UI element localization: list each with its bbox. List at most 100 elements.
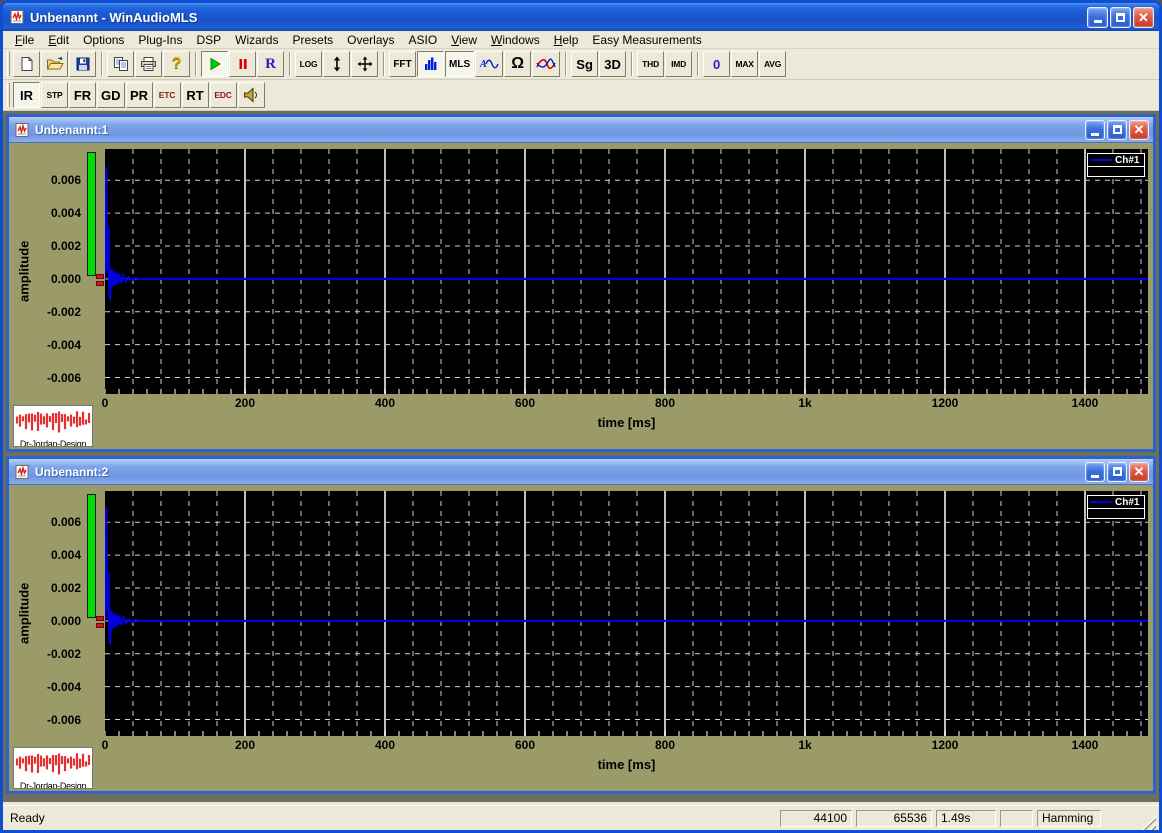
spectrum-bars-button[interactable] [417, 51, 444, 77]
menu-edit[interactable]: Edit [41, 32, 76, 48]
cursor-marker[interactable] [96, 281, 104, 286]
maximize-button[interactable] [1110, 6, 1131, 28]
child-1-minimize-button[interactable] [1085, 119, 1105, 140]
child-1-maximize-button[interactable] [1107, 119, 1127, 140]
plot-area[interactable]: Ch#1 [103, 149, 1148, 394]
x-tick-label: 1200 [931, 396, 959, 410]
log-scale-button[interactable]: LOG [295, 51, 322, 77]
x-tick-labels: 0 200 400 600 800 1k 1200 1400 [9, 396, 1153, 410]
menu-help[interactable]: Help [547, 32, 586, 48]
x-tick-label: 200 [234, 738, 256, 752]
resize-grip[interactable] [1141, 815, 1156, 830]
application-window: Unbenannt - WinAudioMLS ✕ File Edit Option… [0, 0, 1162, 833]
menu-view[interactable]: View [444, 32, 484, 48]
cursor-marker[interactable] [96, 623, 104, 628]
x-axis-label: time [ms] [597, 415, 656, 430]
mls-button[interactable]: MLS [445, 51, 475, 77]
child-2-minimize-button[interactable] [1085, 461, 1105, 482]
record-button[interactable]: R [257, 51, 284, 77]
etc-button[interactable]: ETC [153, 82, 181, 108]
avg-button[interactable]: AVG [759, 51, 787, 77]
print-button[interactable] [135, 51, 162, 77]
cursor-marker[interactable] [96, 616, 104, 621]
overlay-curves-button[interactable] [532, 51, 561, 77]
imd-button[interactable]: IMD [665, 51, 693, 77]
gd-button[interactable]: GD [97, 82, 125, 108]
zero-button[interactable]: 0 [703, 51, 731, 77]
pr-button[interactable]: PR [125, 82, 153, 108]
main-titlebar[interactable]: Unbenannt - WinAudioMLS ✕ [3, 3, 1159, 31]
3d-button[interactable]: 3D [599, 51, 627, 77]
impulse-response-chart [103, 149, 1148, 394]
sine-generator-button[interactable]: A [475, 51, 504, 77]
menu-windows[interactable]: Windows [484, 32, 547, 48]
menu-plug-ins[interactable]: Plug-Ins [131, 32, 189, 48]
toolbar-gripper[interactable] [7, 52, 10, 76]
x-tick-labels: 0 200 400 600 800 1k 1200 1400 [9, 738, 1153, 752]
play-button[interactable] [201, 51, 228, 77]
child-2-content: amplitude 0.006 0.004 0.002 0.000 -0.002 -0.0… [9, 485, 1153, 791]
x-tick-label: 600 [514, 738, 536, 752]
open-button[interactable] [41, 51, 68, 77]
menu-file[interactable]: File [8, 32, 41, 48]
toolbar-separator [289, 52, 291, 76]
status-message: Ready [10, 811, 45, 825]
document-icon [14, 464, 30, 480]
toolbar-separator [195, 52, 197, 76]
toolbar-separator [565, 52, 568, 76]
level-meter [87, 152, 96, 276]
ir-button[interactable]: IR [13, 82, 40, 108]
menu-presets[interactable]: Presets [285, 32, 340, 48]
toolbar-gripper[interactable] [7, 83, 10, 107]
autoscale-button[interactable] [351, 51, 378, 77]
copy-button[interactable] [107, 51, 134, 77]
impedance-button[interactable]: Ω [504, 51, 532, 77]
copy-icon [113, 57, 128, 71]
fr-button[interactable]: FR [69, 82, 96, 108]
menu-dsp[interactable]: DSP [189, 32, 228, 48]
y-tick-label: -0.006 [46, 370, 81, 385]
x-tick-label: 600 [514, 396, 536, 410]
menu-wizards[interactable]: Wizards [228, 32, 285, 48]
plot-area[interactable]: Ch#1 [103, 491, 1148, 736]
child-2-close-button[interactable]: ✕ [1129, 461, 1149, 482]
sg-button[interactable]: Sg [571, 51, 599, 77]
x-axis-label: time [ms] [597, 757, 656, 772]
y-tick-label: -0.002 [46, 304, 81, 319]
child-2-maximize-button[interactable] [1107, 461, 1127, 482]
app-icon [9, 9, 25, 25]
pause-button[interactable] [229, 51, 256, 77]
rt-button[interactable]: RT [181, 82, 209, 108]
thd-button[interactable]: THD [637, 51, 665, 77]
menu-overlays[interactable]: Overlays [340, 32, 401, 48]
max-button[interactable]: MAX [731, 51, 759, 77]
cursor-marker[interactable] [96, 274, 104, 279]
document-icon [14, 122, 30, 138]
move-arrows-icon [357, 56, 372, 72]
menu-easy-measurements[interactable]: Easy Measurements [585, 32, 708, 48]
y-tick-label: 0.006 [50, 515, 81, 530]
child-2-titlebar[interactable]: Unbenannt:2 ✕ [9, 459, 1153, 485]
x-tick-label: 400 [374, 396, 396, 410]
fft-button[interactable]: FFT [389, 51, 416, 77]
edc-button[interactable]: EDC [209, 82, 237, 108]
help-button[interactable]: ? [163, 51, 190, 77]
speaker-button[interactable] [237, 82, 265, 108]
legend-label: Ch#1 [1115, 154, 1140, 166]
x-tick-label: 800 [654, 738, 676, 752]
close-button[interactable]: ✕ [1133, 6, 1154, 28]
sine-wave-icon: A [479, 59, 499, 70]
toolbar-separator [383, 52, 385, 76]
vertical-zoom-button[interactable] [323, 51, 350, 77]
menu-options[interactable]: Options [76, 32, 131, 48]
stp-button[interactable]: STP [41, 82, 68, 108]
child-1-titlebar[interactable]: Unbenannt:1 ✕ [9, 117, 1153, 143]
y-tick-label: 0.000 [50, 271, 81, 286]
child-1-close-button[interactable]: ✕ [1129, 119, 1149, 140]
child-1-content: amplitude 0.006 0.004 0.002 0.000 -0.002 -0.0… [9, 143, 1153, 449]
omega-icon: Ω [511, 55, 525, 72]
save-button[interactable] [69, 51, 96, 77]
new-button[interactable] [13, 51, 40, 77]
menu-asio[interactable]: ASIO [402, 32, 445, 48]
minimize-button[interactable] [1087, 6, 1108, 28]
